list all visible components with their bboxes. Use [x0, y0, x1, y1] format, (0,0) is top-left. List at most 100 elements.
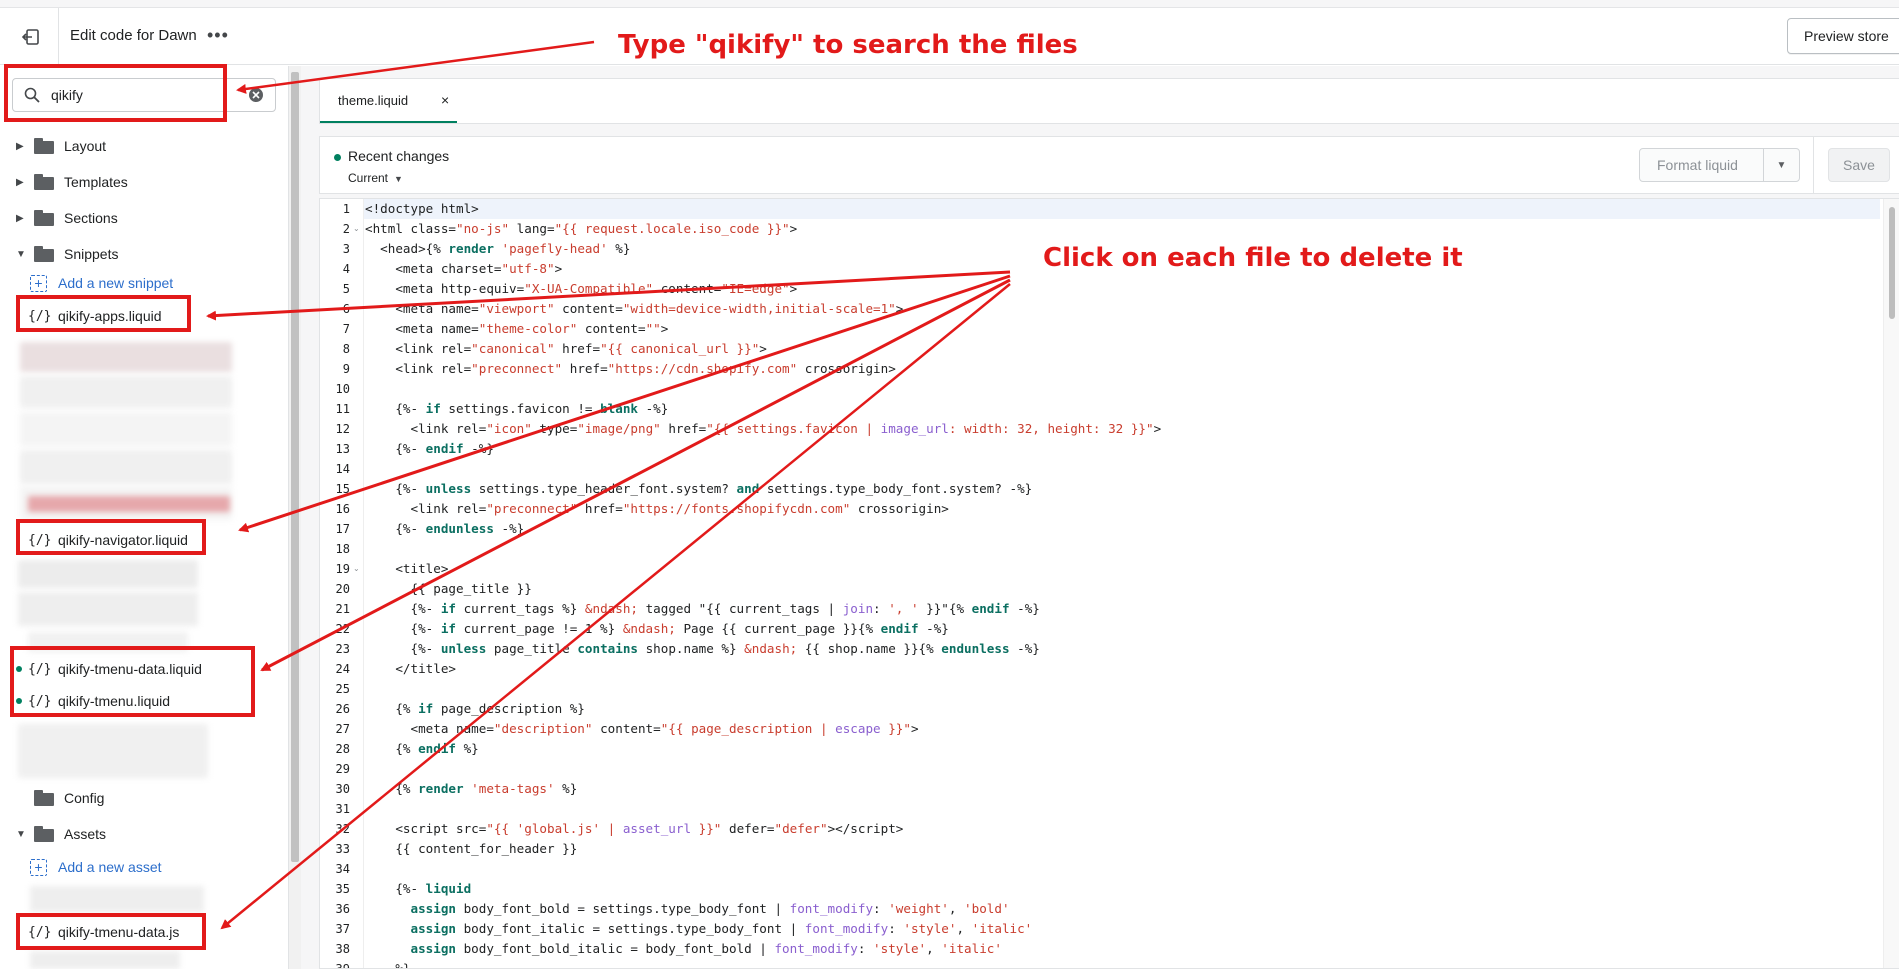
code-scroll-thumb[interactable]: [1889, 207, 1895, 319]
code-line: {%- unless settings.type_header_font.sys…: [365, 481, 1033, 496]
exit-button[interactable]: [18, 24, 44, 50]
line-number: 38: [335, 942, 350, 956]
line-number: 14: [335, 462, 350, 476]
add-asset-link[interactable]: + Add a new asset: [0, 854, 280, 880]
tab-theme-liquid[interactable]: theme.liquid ×: [320, 79, 457, 123]
blurred-file: [20, 376, 232, 408]
code-line: {%- unless page_title contains shop.name…: [365, 641, 1040, 656]
code-line: <head>{% render 'pagefly-head' %}: [365, 241, 631, 256]
code-line: {%- liquid: [365, 881, 472, 896]
folder-icon: [34, 246, 54, 262]
format-liquid-button[interactable]: Format liquid: [1639, 148, 1764, 182]
code-scrollbar[interactable]: [1883, 199, 1899, 968]
sidebar-scroll-thumb[interactable]: [291, 72, 299, 862]
folder-sections[interactable]: ▶ Sections: [0, 203, 280, 233]
line-number: 2: [342, 222, 350, 236]
line-number: 32: [335, 822, 350, 836]
line-number: 5: [342, 282, 350, 296]
blurred-file: [20, 450, 232, 484]
code-line: %}: [365, 961, 411, 969]
line-number: 39: [335, 962, 350, 969]
folder-layout[interactable]: ▶ Layout: [0, 131, 280, 161]
blurred-file: [20, 412, 232, 446]
line-number: 16: [335, 502, 350, 516]
fold-icon[interactable]: ⌄: [353, 559, 360, 579]
caret-right-icon: ▶: [16, 176, 24, 188]
folder-snippets[interactable]: ▼ Snippets: [0, 239, 280, 269]
code-line: <link rel="canonical" href="{{ canonical…: [365, 341, 767, 356]
line-number: 7: [342, 322, 350, 336]
annotation-search-hint: Type "qikify" to search the files: [618, 30, 1078, 60]
caret-right-icon: ▶: [16, 140, 24, 152]
code-line: {{ content_for_header }}: [365, 841, 578, 856]
chevron-down-icon: ▼: [394, 174, 403, 184]
fold-icon[interactable]: ⌄: [353, 219, 360, 239]
annotation-delete-hint: Click on each file to delete it: [1043, 243, 1463, 273]
code-line: {% render 'meta-tags' %}: [365, 781, 578, 796]
code-line: {%- if settings.favicon != blank -%}: [365, 401, 669, 416]
line-number: 31: [335, 802, 350, 816]
highlight-search-box: [4, 64, 227, 122]
line-number: 30: [335, 782, 350, 796]
folder-icon: [34, 826, 54, 842]
line-number: 24: [335, 662, 350, 676]
blurred-file: [28, 496, 230, 512]
blurred-file: [18, 592, 198, 626]
page-title: Edit code for Dawn: [70, 27, 197, 44]
line-number: 19: [335, 562, 350, 576]
folder-icon: [34, 790, 54, 806]
add-snippet-link[interactable]: + Add a new snippet: [0, 270, 280, 296]
line-number: 9: [342, 362, 350, 376]
line-number: 21: [335, 602, 350, 616]
active-line-highlight: [320, 199, 1880, 219]
code-line: <meta name="description" content="{{ pag…: [365, 721, 919, 736]
code-line: {% if page_description %}: [365, 701, 585, 716]
line-number: 12: [335, 422, 350, 436]
blurred-file: [20, 342, 232, 372]
code-editor-app: Edit code for Dawn ••• Preview store ▶ L…: [0, 0, 1899, 969]
line-number: 23: [335, 642, 350, 656]
code-line: <link rel="preconnect" href="https://fon…: [365, 501, 949, 516]
line-number: 17: [335, 522, 350, 536]
version-select[interactable]: Current ▼: [348, 171, 403, 185]
line-number: 18: [335, 542, 350, 556]
caret-right-icon: ▶: [16, 212, 24, 224]
line-number: 29: [335, 762, 350, 776]
file-sidebar: ▶ Layout ▶ Templates ▶ Sections ▼ Snippe…: [0, 66, 288, 969]
code-editor[interactable]: 1 2 3 4 5 6 7 8 9 10 11 12 13 14 15 16 17 18 19 20 21 22 23 24 2…: [319, 198, 1899, 969]
folder-assets[interactable]: ▼ Assets: [0, 819, 280, 849]
line-number: 8: [342, 342, 350, 356]
blurred-file: [18, 560, 198, 588]
code-line: <script src="{{ 'global.js' | asset_url …: [365, 821, 904, 836]
clear-search-icon[interactable]: [248, 87, 264, 103]
line-number: 34: [335, 862, 350, 876]
code-line: <link rel="preconnect" href="https://cdn…: [365, 361, 896, 376]
preview-store-button[interactable]: Preview store: [1787, 18, 1899, 54]
code-line: {%- if current_page != 1 %} &ndash; Page…: [365, 621, 949, 636]
more-actions-icon[interactable]: •••: [207, 26, 229, 44]
editor-toolbar: Recent changes Current ▼ Format liquid ▼ …: [319, 136, 1899, 194]
line-number: 26: [335, 702, 350, 716]
highlight-navigator-file: [16, 519, 206, 555]
highlight-apps-file: [16, 295, 191, 332]
add-snippet-label: Add a new snippet: [58, 275, 174, 291]
add-asset-label: Add a new asset: [58, 859, 162, 875]
caret-down-icon: ▼: [16, 828, 26, 840]
code-line: {%- endif -%}: [365, 441, 494, 456]
code-line: <meta charset="utf-8">: [365, 261, 563, 276]
blurred-file: [18, 724, 208, 778]
line-number: 36: [335, 902, 350, 916]
code-line: assign body_font_bold = settings.type_bo…: [410, 901, 1010, 916]
folder-config[interactable]: Config: [0, 783, 280, 813]
close-tab-icon[interactable]: ×: [441, 92, 449, 108]
save-button[interactable]: Save: [1828, 148, 1890, 182]
format-options-chevron-icon[interactable]: ▼: [1763, 148, 1800, 182]
folder-templates[interactable]: ▶ Templates: [0, 167, 280, 197]
folder-label: Layout: [64, 138, 107, 154]
highlight-js-file: [16, 913, 206, 950]
code-line: {%- endunless -%}: [365, 521, 525, 536]
recent-changes-label: Recent changes: [348, 148, 450, 164]
highlight-tmenu-files: [10, 646, 255, 717]
folder-icon: [34, 138, 54, 154]
sidebar-scrollbar[interactable]: [288, 66, 301, 969]
